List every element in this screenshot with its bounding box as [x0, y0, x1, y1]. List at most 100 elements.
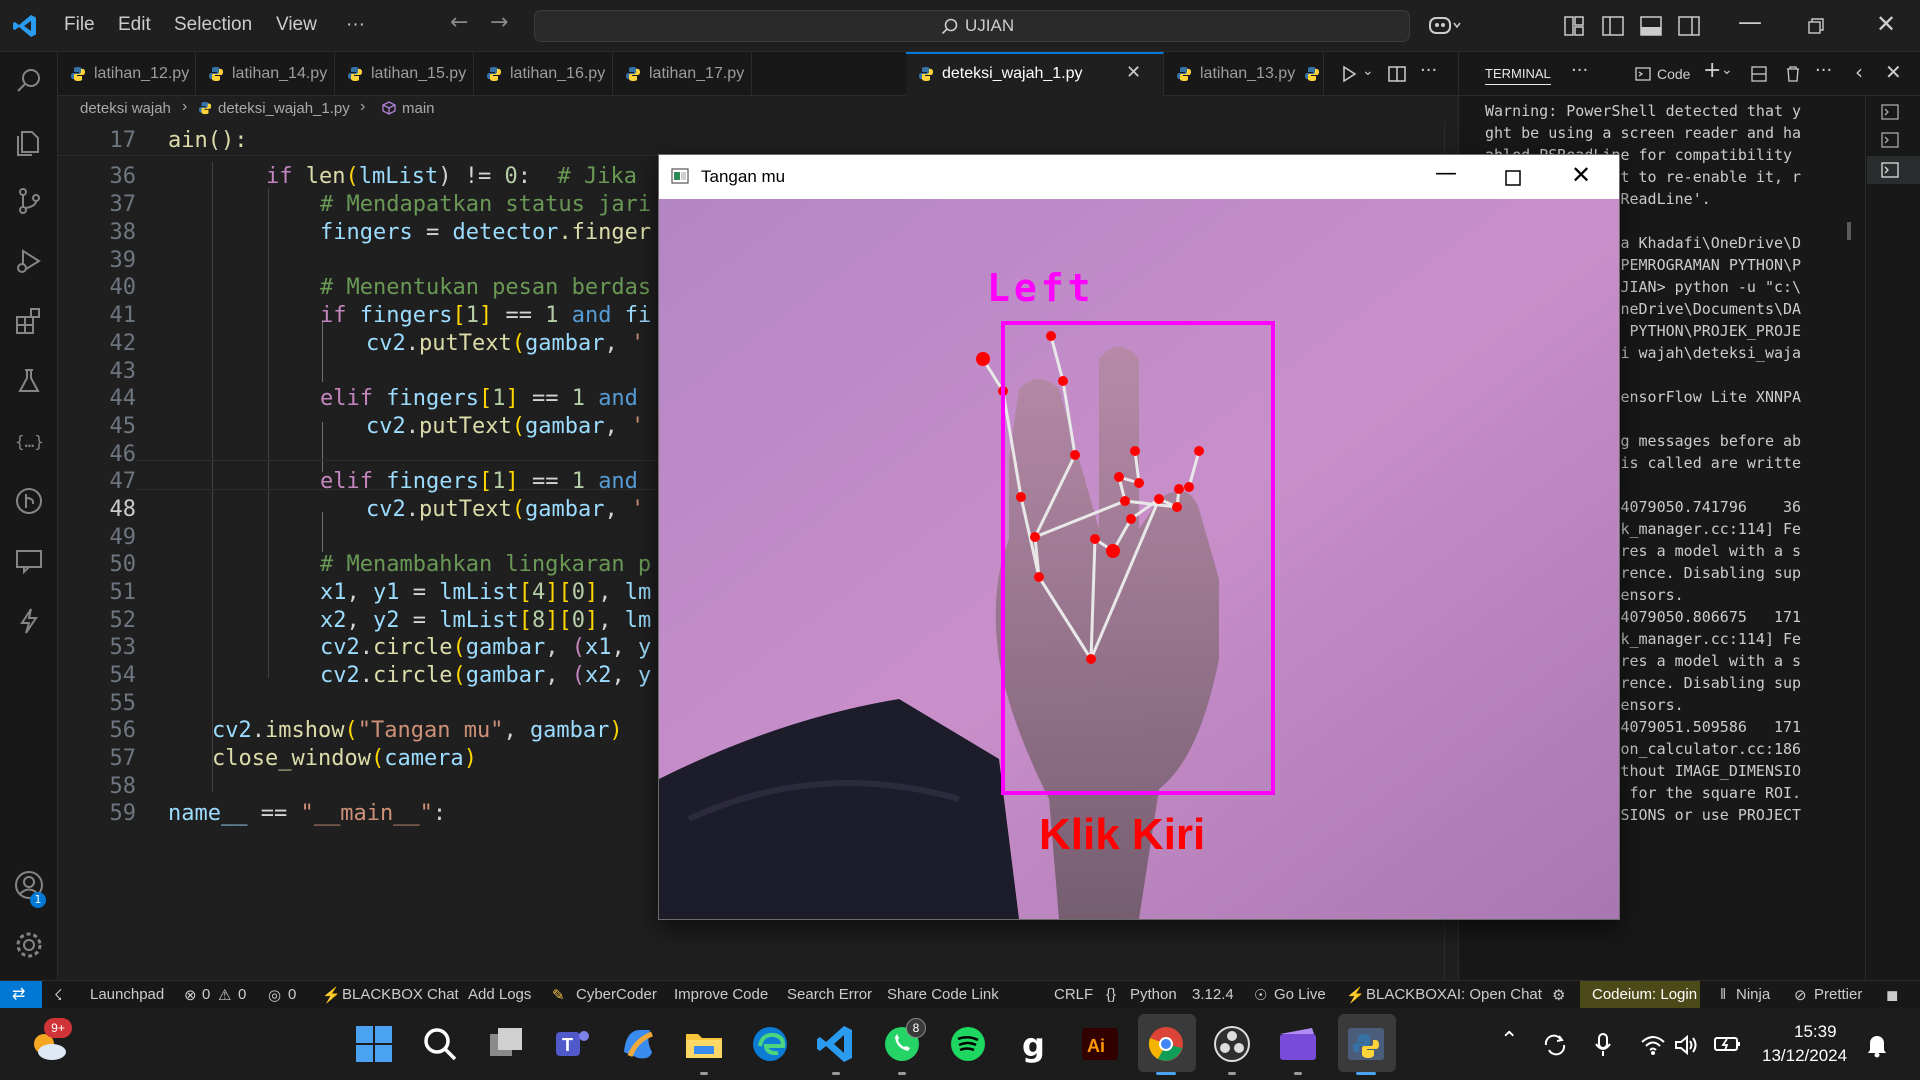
- clock-date[interactable]: 13/12/2024: [1762, 1046, 1847, 1066]
- notifications-bell-icon[interactable]: ◼: [1886, 986, 1898, 1004]
- split-editor-icon[interactable]: [1388, 66, 1406, 82]
- status-search-error[interactable]: Search Error: [787, 986, 872, 1003]
- run-debug-icon[interactable]: [14, 246, 44, 276]
- status-blackbox-chat[interactable]: BLACKBOX Chat: [342, 986, 459, 1003]
- teams-icon[interactable]: T: [550, 1022, 594, 1066]
- file-explorer-icon[interactable]: [682, 1022, 726, 1066]
- clipchamp-icon[interactable]: [1276, 1022, 1320, 1066]
- status-add-logs[interactable]: Add Logs: [468, 986, 531, 1003]
- spotify-icon[interactable]: [946, 1022, 990, 1066]
- remote-explorer-icon[interactable]: [14, 546, 44, 576]
- chevron-left-icon[interactable]: ‹: [1855, 60, 1863, 84]
- status-warnings[interactable]: 0: [238, 986, 246, 1003]
- terminal-dropdown-chevron-icon[interactable]: ⌄: [1721, 62, 1733, 78]
- tray-chevron-up-icon[interactable]: ⌃: [1500, 1028, 1518, 1053]
- breadcrumb-symbol[interactable]: main: [402, 100, 435, 117]
- status-cybercoder[interactable]: CyberCoder: [576, 986, 657, 1003]
- menu-selection[interactable]: Selection: [174, 14, 252, 36]
- tab-deteksi-wajah-1[interactable]: deteksi_wajah_1.py ✕: [906, 52, 1164, 96]
- settings-gear-icon[interactable]: [14, 930, 44, 960]
- menu-file[interactable]: File: [64, 14, 95, 36]
- extensions-icon[interactable]: [14, 306, 44, 336]
- trash-icon[interactable]: [1785, 65, 1801, 82]
- customize-layout-icon[interactable]: [1564, 16, 1584, 36]
- git-graph-icon[interactable]: [14, 486, 44, 516]
- volume-icon[interactable]: [1674, 1034, 1698, 1056]
- close-icon[interactable]: ✕: [1876, 10, 1896, 38]
- camera-window[interactable]: Tangan mu — ✕ Left Klik Kiri: [658, 154, 1620, 920]
- status-launchpad[interactable]: Launchpad: [90, 986, 164, 1003]
- source-control-icon[interactable]: [14, 186, 44, 216]
- camera-maximize-icon[interactable]: [1505, 170, 1521, 186]
- lightning-icon[interactable]: [14, 606, 44, 636]
- back-arrow-icon[interactable]: ←: [450, 10, 468, 35]
- command-center-search[interactable]: UJIAN: [534, 10, 1410, 42]
- terminal-shell-label[interactable]: Code: [1657, 66, 1690, 82]
- minimize-icon[interactable]: —: [1738, 8, 1762, 36]
- sync-icon[interactable]: [1542, 1034, 1568, 1056]
- status-codeium-login[interactable]: Codeium: Login: [1592, 986, 1697, 1003]
- terminal-scrollbar-thumb[interactable]: [1847, 222, 1851, 240]
- toggle-secondary-sidebar-icon[interactable]: [1678, 16, 1700, 36]
- obs-icon[interactable]: [1210, 1022, 1254, 1066]
- testing-flask-icon[interactable]: [14, 366, 44, 396]
- copilot-icon[interactable]: [1428, 13, 1462, 39]
- python-file-icon[interactable]: [1304, 66, 1320, 82]
- battery-icon[interactable]: [1714, 1034, 1742, 1054]
- status-share-code-link[interactable]: Share Code Link: [887, 986, 999, 1003]
- close-panel-icon[interactable]: ✕: [1885, 60, 1902, 84]
- terminal-instance-icon[interactable]: [1881, 104, 1899, 120]
- status-python-version[interactable]: 3.12.4: [1192, 986, 1234, 1003]
- tab-latihan-16[interactable]: latihan_16.py: [474, 52, 613, 96]
- status-eol[interactable]: CRLF: [1054, 986, 1093, 1003]
- panel-more-icon[interactable]: ···: [1571, 60, 1588, 81]
- status-ninja[interactable]: Ninja: [1736, 986, 1770, 1003]
- status-blackboxai[interactable]: BLACKBOXAI: Open Chat: [1366, 986, 1542, 1003]
- forward-arrow-icon[interactable]: →: [490, 10, 508, 35]
- run-dropdown-chevron-icon[interactable]: ⌄: [1362, 63, 1374, 79]
- menu-more[interactable]: ···: [346, 14, 365, 36]
- tab-latihan-14[interactable]: latihan_14.py: [196, 52, 335, 96]
- camera-minimize-icon[interactable]: —: [1435, 161, 1457, 186]
- terminal-tab[interactable]: TERMINAL: [1485, 66, 1551, 85]
- status-prettier[interactable]: Prettier: [1814, 986, 1862, 1003]
- menu-view[interactable]: View: [276, 14, 317, 36]
- terminal-instance-icon[interactable]: [1881, 132, 1899, 148]
- vscode-logo-icon[interactable]: [12, 13, 38, 39]
- search-icon[interactable]: [14, 66, 44, 96]
- restore-icon[interactable]: [1808, 18, 1824, 34]
- clock-time[interactable]: 15:39: [1794, 1022, 1837, 1042]
- illustrator-icon[interactable]: Ai: [1078, 1022, 1122, 1066]
- terminal-more-icon[interactable]: ···: [1815, 60, 1832, 81]
- toggle-panel-icon[interactable]: [1640, 16, 1662, 36]
- status-language[interactable]: Python: [1130, 986, 1177, 1003]
- status-ports[interactable]: 0: [288, 986, 296, 1003]
- notification-bell-icon[interactable]: [1866, 1032, 1888, 1058]
- tab-latihan-12[interactable]: latihan_12.py: [58, 52, 196, 96]
- split-terminal-icon[interactable]: [1751, 66, 1767, 82]
- more-actions-icon[interactable]: ···: [1420, 60, 1437, 81]
- chrome-icon[interactable]: [1144, 1022, 1188, 1066]
- terminal-instance-icon[interactable]: [1881, 162, 1899, 178]
- tab-latihan-15[interactable]: latihan_15.py: [335, 52, 474, 96]
- sticky-scroll[interactable]: 17 ain():: [58, 122, 1458, 156]
- new-terminal-plus-icon[interactable]: +: [1703, 58, 1721, 83]
- status-errors[interactable]: 0: [202, 986, 210, 1003]
- json-braces-icon[interactable]: {…}: [14, 426, 44, 456]
- vscode-taskbar-icon[interactable]: [814, 1022, 858, 1066]
- camera-window-titlebar[interactable]: Tangan mu — ✕: [659, 155, 1619, 199]
- edge-browser-icon[interactable]: [748, 1022, 792, 1066]
- breadcrumb-folder[interactable]: deteksi wajah: [80, 100, 171, 117]
- windows-start-icon[interactable]: [352, 1022, 396, 1066]
- microphone-icon[interactable]: [1594, 1032, 1612, 1058]
- wifi-icon[interactable]: [1640, 1034, 1666, 1056]
- breadcrumb-file[interactable]: deteksi_wajah_1.py: [218, 100, 350, 117]
- toggle-sidebar-icon[interactable]: [1602, 16, 1624, 36]
- taskbar-search-icon[interactable]: [418, 1022, 462, 1066]
- task-view-icon[interactable]: [484, 1022, 528, 1066]
- copilot-status-icon[interactable]: ⚙: [1552, 986, 1565, 1004]
- explorer-icon[interactable]: [14, 126, 44, 156]
- menu-edit[interactable]: Edit: [118, 14, 151, 36]
- tab-latihan-13[interactable]: latihan_13.py: [1164, 52, 1324, 96]
- status-improve-code[interactable]: Improve Code: [674, 986, 768, 1003]
